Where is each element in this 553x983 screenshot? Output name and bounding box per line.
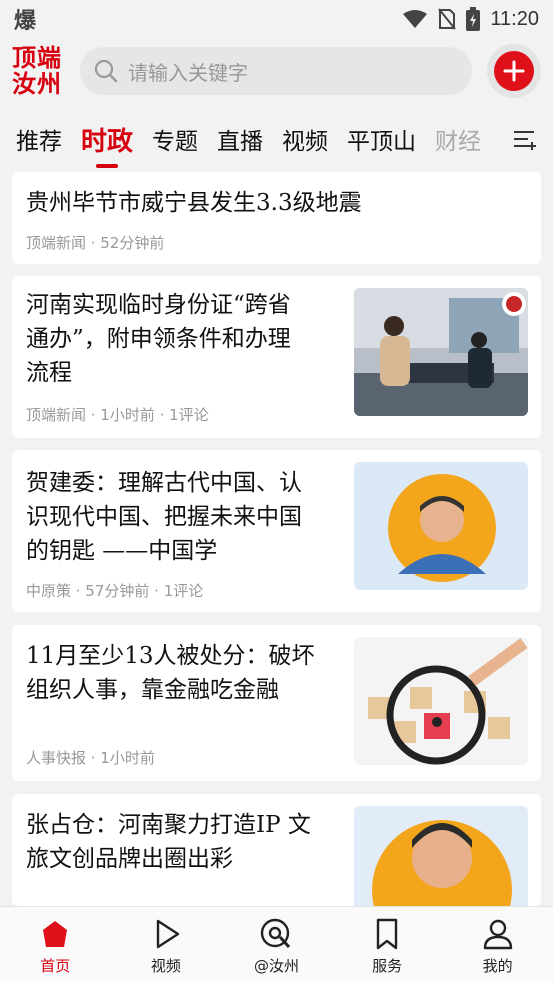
status-bar: 爆 11:20 bbox=[0, 0, 553, 38]
nav-services[interactable]: 服务 bbox=[347, 907, 427, 976]
nav-video[interactable]: 视频 bbox=[126, 907, 206, 976]
status-icons: 11:20 bbox=[402, 7, 539, 31]
play-icon bbox=[156, 919, 180, 949]
article-title: 11月至少13人被处分：破坏 组织人事，靠金融吃金融 bbox=[26, 643, 315, 703]
tab-live[interactable]: 直播 bbox=[217, 122, 263, 156]
wifi-icon bbox=[403, 10, 428, 28]
article-title: 贺建委：理解古代中国、认 识现代中国、把握未来中国 的钥匙 ——中国学 bbox=[26, 470, 302, 564]
at-icon bbox=[261, 918, 291, 949]
app-logo: 顶端 汝州 bbox=[12, 44, 62, 98]
header: 顶端 汝州 请输入关键字 bbox=[0, 38, 553, 104]
tab-finance[interactable]: 财经 bbox=[435, 122, 481, 156]
news-item[interactable]: 河南实现临时身份证“跨省 通办”，附申领条件和办理 流程 顶端新闻 · 1小时前… bbox=[12, 276, 541, 438]
search-input[interactable]: 请输入关键字 bbox=[80, 47, 472, 95]
article-meta: 人事快报 · 1小时前 bbox=[26, 749, 155, 767]
news-item[interactable]: 贺建委：理解古代中国、认 识现代中国、把握未来中国 的钥匙 ——中国学 中原策 … bbox=[12, 450, 541, 612]
nav-profile[interactable]: 我的 bbox=[458, 907, 538, 976]
article-thumbnail bbox=[354, 288, 528, 416]
search-placeholder: 请输入关键字 bbox=[128, 60, 248, 85]
home-icon bbox=[43, 921, 68, 947]
no-sim-icon bbox=[438, 8, 457, 30]
article-meta: 顶端新闻 · 52分钟前 bbox=[26, 234, 165, 252]
tab-pingdingshan[interactable]: 平顶山 bbox=[347, 122, 416, 156]
nav-at-ruzhou[interactable]: @汝州 bbox=[236, 907, 316, 976]
notification-icon: 爆 bbox=[14, 9, 37, 34]
menu-icon bbox=[514, 131, 536, 150]
search-icon bbox=[94, 59, 118, 83]
tab-topics[interactable]: 专题 bbox=[152, 122, 198, 156]
user-icon bbox=[483, 919, 512, 950]
article-title: 张占仓：河南聚力打造IP 文 旅文创品牌出圈出彩 bbox=[26, 812, 311, 872]
news-item[interactable]: 张占仓：河南聚力打造IP 文 旅文创品牌出圈出彩 bbox=[12, 794, 541, 906]
article-meta: 顶端新闻 · 1小时前 · 1评论 bbox=[26, 406, 209, 424]
article-thumbnail bbox=[354, 637, 528, 765]
tab-recommend[interactable]: 推荐 bbox=[16, 122, 62, 156]
bookmark-icon bbox=[376, 918, 398, 950]
add-button[interactable] bbox=[487, 44, 541, 98]
channel-menu-button[interactable] bbox=[497, 110, 553, 168]
bottom-navigation: 首页 视频 @汝州 服务 我的 bbox=[0, 906, 553, 983]
tab-politics[interactable]: 时政 bbox=[81, 121, 133, 168]
article-meta: 中原策 · 57分钟前 · 1评论 bbox=[26, 582, 204, 600]
news-item[interactable]: 贵州毕节市威宁县发生3.3级地震 顶端新闻 · 52分钟前 bbox=[12, 172, 541, 264]
article-title: 河南实现临时身份证“跨省 通办”，附申领条件和办理 流程 bbox=[26, 292, 291, 386]
article-thumbnail bbox=[354, 806, 528, 906]
news-item[interactable]: 11月至少13人被处分：破坏 组织人事，靠金融吃金融 人事快报 · 1小时前 bbox=[12, 625, 541, 781]
plus-icon bbox=[494, 51, 534, 91]
nav-home[interactable]: 首页 bbox=[15, 907, 95, 976]
clock: 11:20 bbox=[490, 7, 539, 30]
battery-icon bbox=[466, 7, 481, 31]
article-thumbnail bbox=[354, 462, 528, 590]
tab-video[interactable]: 视频 bbox=[282, 122, 328, 156]
channel-tabs: 推荐 时政 专题 直播 视频 平顶山 财经 bbox=[0, 110, 553, 168]
article-title: 贵州毕节市威宁县发生3.3级地震 bbox=[26, 190, 362, 216]
